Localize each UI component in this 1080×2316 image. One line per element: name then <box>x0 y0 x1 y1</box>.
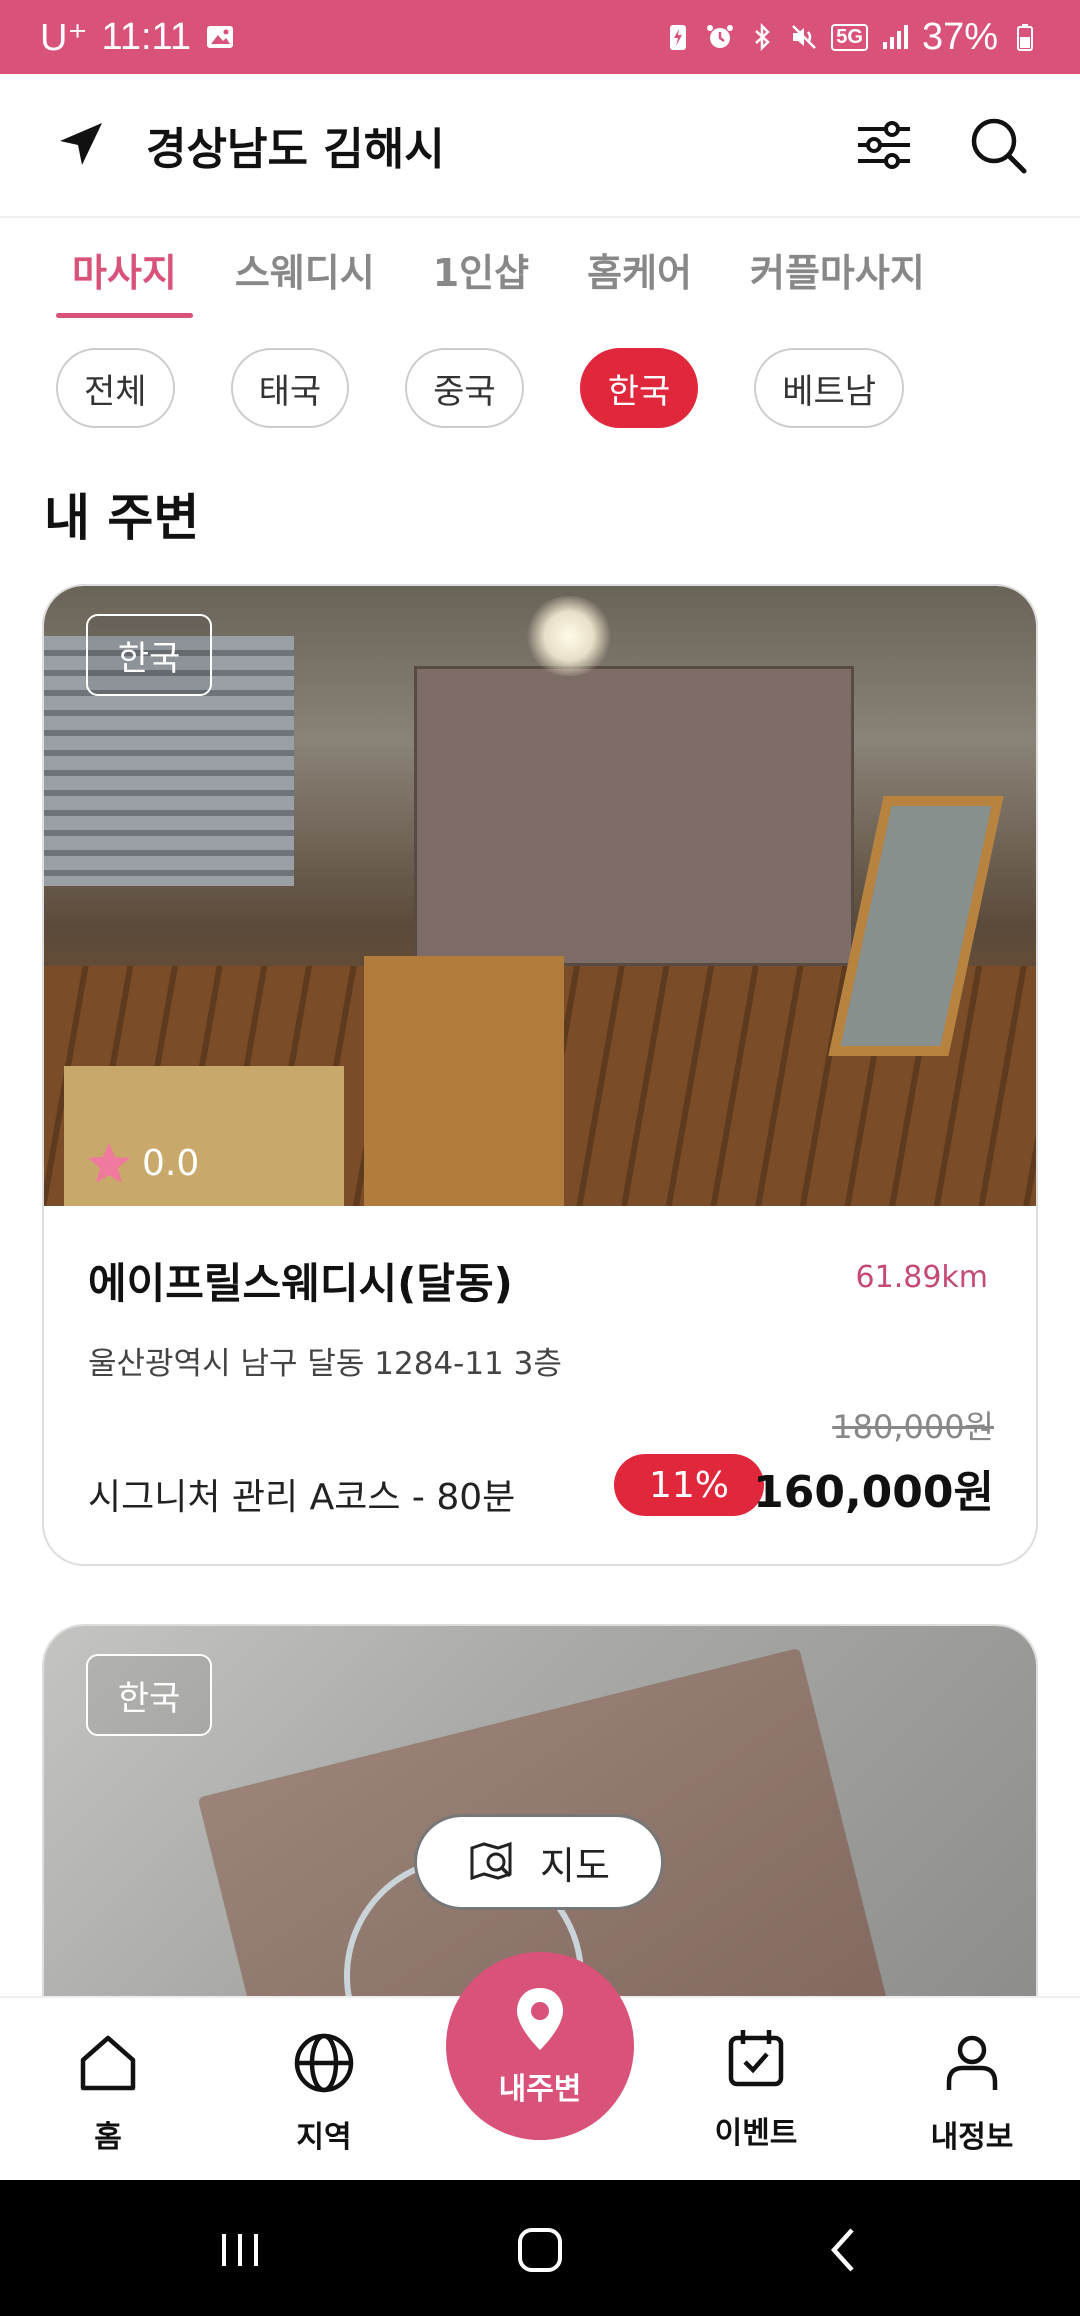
home-button-icon[interactable] <box>510 2220 570 2280</box>
tab-couple-massage[interactable]: 커플마사지 <box>734 218 941 322</box>
course-name: 시그니처 관리 A코스 - 80분 <box>88 1477 516 1518</box>
map-search-icon <box>470 1841 512 1881</box>
gallery-icon <box>206 26 233 48</box>
tab-one-person-shop[interactable]: 1인샵 <box>417 218 545 322</box>
country-filter-chips: 전체 태국 중국 한국 베트남 <box>56 348 905 428</box>
nav-region[interactable]: 지역 <box>244 2028 404 2156</box>
nav-profile-label: 내정보 <box>930 2120 1014 2155</box>
map-button[interactable]: 지도 <box>414 1814 664 1910</box>
chip-china[interactable]: 중국 <box>405 348 524 428</box>
calendar-check-icon <box>728 2030 784 2087</box>
photo-chandelier <box>524 596 614 676</box>
signal-icon <box>882 25 908 49</box>
alarm-icon <box>707 25 734 48</box>
shop-photo[interactable]: 한국 0.0 <box>44 586 1036 1206</box>
nav-nearby[interactable]: 내주변 <box>446 1952 634 2140</box>
rating: 0.0 <box>86 1140 199 1186</box>
globe-icon <box>294 2033 354 2093</box>
nav-home[interactable]: 홈 <box>28 2028 188 2156</box>
map-button-label: 지도 <box>540 1843 610 1888</box>
original-price: 180,000원 <box>832 1408 994 1446</box>
nav-region-label: 지역 <box>296 2120 352 2155</box>
tab-massage[interactable]: 마사지 <box>56 218 193 322</box>
location-title[interactable]: 경상남도 김해시 <box>146 113 445 177</box>
chip-all[interactable]: 전체 <box>56 348 175 428</box>
nav-event-label: 이벤트 <box>714 2116 798 2151</box>
distance: 61.89km <box>855 1260 988 1295</box>
chip-thailand[interactable]: 태국 <box>230 348 350 428</box>
chip-vietnam[interactable]: 베트남 <box>754 348 905 428</box>
country-badge: 한국 <box>86 1654 212 1736</box>
nav-event[interactable]: 이벤트 <box>676 2024 836 2152</box>
location-arrow-icon[interactable] <box>50 115 110 175</box>
country-badge: 한국 <box>86 614 212 696</box>
card-body: 에이프릴스웨디시(달동) 61.89km 울산광역시 남구 달동 1284-11… <box>44 1206 1036 1564</box>
battery-percent: 37% <box>921 15 998 58</box>
recent-apps-icon[interactable] <box>210 2220 270 2280</box>
status-bar: U⁺ 11:11 5G 37% <box>0 0 1080 74</box>
tab-home-care[interactable]: 홈케어 <box>571 218 708 322</box>
battery-icon <box>1017 24 1033 51</box>
home-icon <box>80 2035 136 2091</box>
carrier-label: U⁺ <box>40 16 88 59</box>
star-icon <box>88 1143 130 1183</box>
chip-korea[interactable]: 한국 <box>579 348 699 428</box>
nav-nearby-label: 내주변 <box>498 2072 582 2107</box>
system-nav-bar <box>0 2180 1080 2316</box>
shop-card[interactable]: 한국 0.0 에이프릴스웨디시(달동) 61.89km 울산광역시 남구 달동 … <box>42 584 1038 1566</box>
battery-saver-icon <box>670 25 687 50</box>
sale-price: 160,000원 <box>753 1467 994 1518</box>
discount-badge: 11% <box>614 1454 764 1516</box>
category-tabs: 마사지 스웨디시 1인샵 홈케어 커플마사지 <box>56 218 967 322</box>
photo-counter <box>364 956 564 1206</box>
tab-swedish[interactable]: 스웨디시 <box>219 218 391 322</box>
nav-profile[interactable]: 내정보 <box>892 2028 1052 2156</box>
search-icon[interactable] <box>966 113 1030 177</box>
nav-home-label: 홈 <box>94 2120 122 2155</box>
shop-name[interactable]: 에이프릴스웨디시(달동) <box>88 1250 513 1311</box>
clock: 11:11 <box>101 15 191 58</box>
top-header: 경상남도 김해시 <box>0 74 1080 218</box>
map-pin-icon <box>517 1988 563 2050</box>
filter-icon[interactable] <box>852 113 916 177</box>
mute-icon <box>792 25 817 49</box>
back-icon[interactable] <box>814 2220 874 2280</box>
photo-blinds <box>414 666 854 966</box>
person-icon <box>946 2035 998 2090</box>
network-type: 5G <box>831 23 868 51</box>
rating-value: 0.0 <box>142 1142 200 1184</box>
bluetooth-icon <box>755 22 771 52</box>
shop-address: 울산광역시 남구 달동 1284-11 3층 <box>88 1346 562 1382</box>
section-title: 내 주변 <box>44 489 200 547</box>
